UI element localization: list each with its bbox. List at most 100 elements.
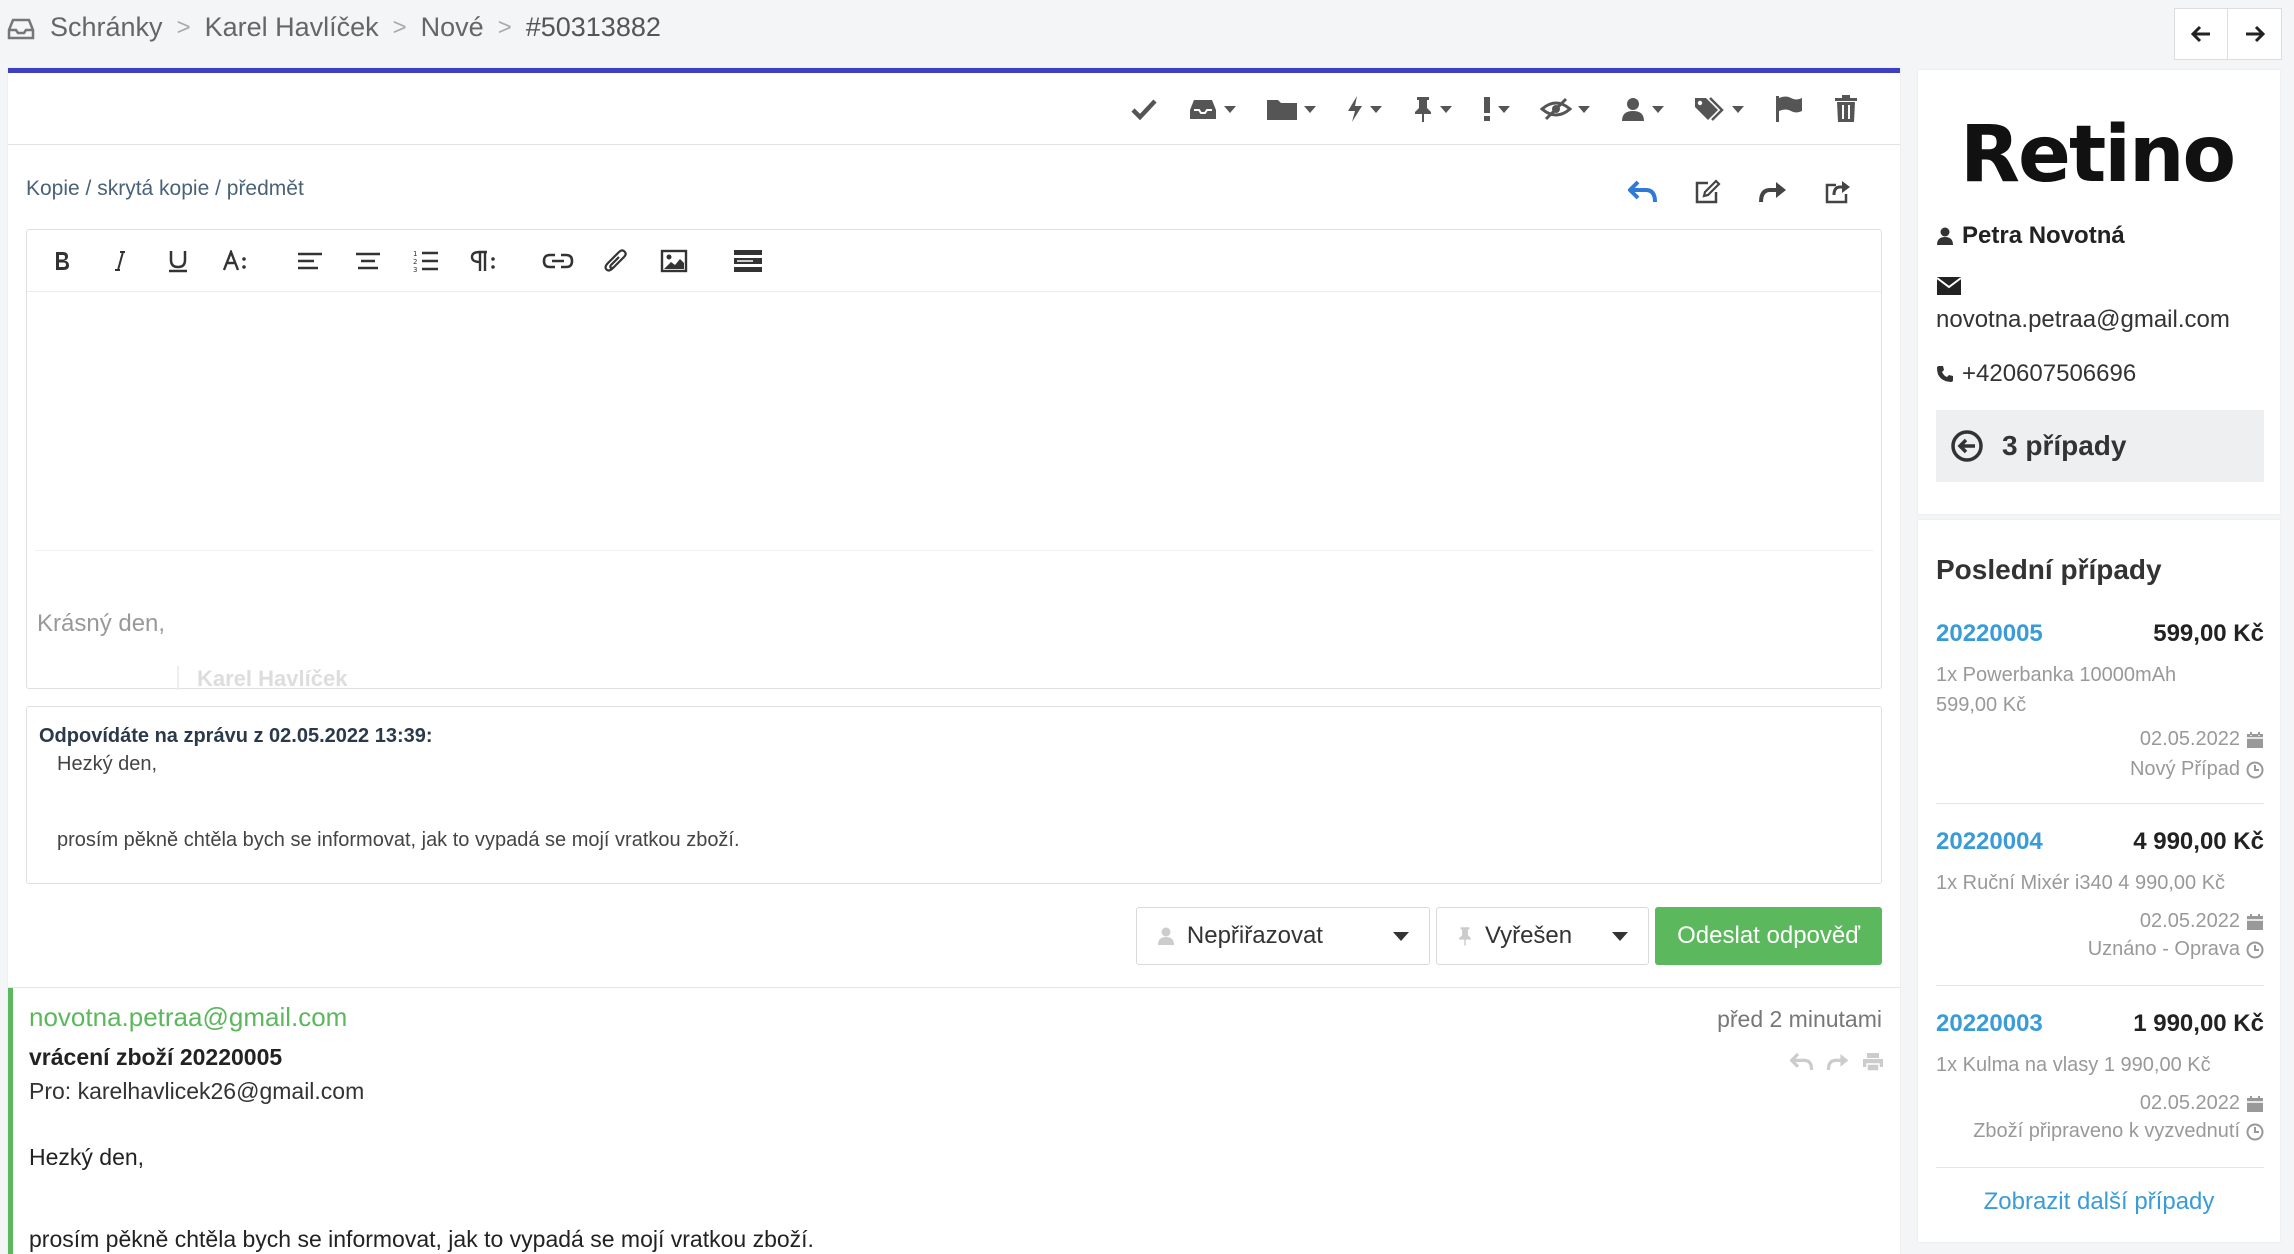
share-icon	[1825, 181, 1850, 204]
case-price: 4 990,00 Kč	[2133, 828, 2264, 855]
pin-icon	[1415, 97, 1431, 122]
message-reply-button[interactable]	[1790, 1052, 1814, 1072]
user-icon	[1157, 927, 1174, 945]
reply-actions: Nepřiřazovat Vyřešen Odeslat odpověď	[1135, 907, 1882, 965]
flag-button[interactable]	[1774, 95, 1804, 123]
chevron-down-icon	[1370, 105, 1382, 113]
case-status: Nový Případ	[2130, 758, 2264, 781]
case-id-link[interactable]: 20220005	[1936, 620, 2043, 648]
customer-email[interactable]: novotna.petraa@gmail.com	[1936, 306, 2230, 334]
resolve-button[interactable]	[1130, 97, 1158, 121]
case-id-link[interactable]: 20220004	[1936, 828, 2043, 856]
priority-dropdown[interactable]	[1482, 96, 1510, 122]
breadcrumb-item-mailboxes[interactable]: Schránky	[50, 12, 163, 43]
case-price: 599,00 Kč	[2153, 620, 2264, 647]
message-subject: vrácení zboží 20220005	[29, 1044, 283, 1070]
arrow-right-icon	[2245, 25, 2265, 43]
insert-link-button[interactable]	[541, 244, 575, 278]
folder-dropdown[interactable]	[1266, 97, 1316, 121]
print-icon	[1863, 1053, 1883, 1072]
internal-note-button[interactable]	[1694, 179, 1722, 205]
tags-dropdown[interactable]	[1694, 96, 1744, 122]
automation-dropdown[interactable]	[1346, 95, 1382, 123]
delete-button[interactable]	[1834, 95, 1858, 123]
ticket-panel: Kopie / skrytá kopie / předmět 1 2 3 Krá…	[8, 68, 1900, 1254]
next-ticket-button[interactable]	[2228, 8, 2282, 60]
move-inbox-dropdown[interactable]	[1188, 97, 1236, 121]
ticket-navigation	[2174, 8, 2282, 60]
caret-down-icon	[1392, 931, 1409, 941]
case-id-link[interactable]: 20220003	[1936, 1010, 2043, 1038]
message-print-button[interactable]	[1862, 1052, 1884, 1072]
user-icon	[1622, 98, 1644, 121]
message-body-line: prosím pěkně chtěla bych se informovat, …	[29, 1226, 814, 1252]
phone-icon	[1937, 366, 1953, 382]
message-body-line: Hezký den,	[29, 1144, 145, 1170]
previous-ticket-button[interactable]	[2174, 8, 2228, 60]
template-button[interactable]	[731, 244, 765, 278]
clock-icon	[2246, 941, 2264, 958]
assign-select-label: Nepřiřazovat	[1186, 922, 1323, 949]
status-pin-dropdown[interactable]	[1412, 95, 1452, 123]
chevron-down-icon	[1224, 105, 1236, 113]
envelope-icon	[1936, 276, 1962, 296]
reply-button[interactable]	[1628, 180, 1658, 204]
template-icon	[734, 249, 762, 272]
ordered-list-button[interactable]: 123	[409, 244, 443, 278]
send-reply-button[interactable]: Odeslat odpověď	[1655, 907, 1882, 965]
bold-button[interactable]	[45, 244, 79, 278]
font-size-button[interactable]	[219, 244, 253, 278]
breadcrumb-item-ticket: #50313882	[525, 12, 661, 42]
paragraph-button[interactable]	[467, 244, 501, 278]
italic-button[interactable]	[103, 244, 137, 278]
customer-cases-button[interactable]: 3 případy	[1936, 410, 2264, 482]
case-date: 02.05.2022	[2140, 728, 2264, 751]
message-forward-button[interactable]	[1826, 1052, 1850, 1072]
editor-toolbar: 123	[27, 230, 1881, 292]
forward-button[interactable]	[1758, 180, 1788, 204]
customer-phone[interactable]: +420607506696	[1936, 360, 2136, 388]
share-button[interactable]	[1824, 179, 1852, 205]
case-date-text: 02.05.2022	[2139, 1092, 2240, 1114]
bolt-icon	[1348, 96, 1362, 122]
recent-cases-title: Poslední případy	[1936, 554, 2162, 585]
top-bar: Schránky > Karel Havlíček > Nové > #5031…	[0, 0, 2294, 64]
breadcrumb-separator: >	[176, 13, 191, 41]
chevron-down-icon	[1578, 105, 1590, 113]
case-status: Zboží připraveno k vyzvednutí	[1973, 1120, 2264, 1143]
message-actions	[1778, 1052, 1884, 1072]
breadcrumb-item-user[interactable]: Karel Havlíček	[205, 12, 379, 43]
breadcrumb-item-folder[interactable]: Nové	[421, 12, 484, 43]
clock-icon	[2246, 1123, 2264, 1140]
flag-icon	[1776, 96, 1802, 122]
align-left-icon	[298, 252, 322, 269]
chevron-down-icon	[1498, 105, 1510, 113]
show-more-cases-link[interactable]: Zobrazit další případy	[1918, 1188, 2280, 1216]
chevron-down-icon	[1652, 105, 1664, 113]
message-time: před 2 minutami	[1717, 1006, 1882, 1032]
chevron-down-icon	[1440, 105, 1452, 113]
cc-bcc-subject-link[interactable]: Kopie / skrytá kopie / předmět	[26, 177, 304, 201]
align-center-button[interactable]	[351, 244, 385, 278]
inbox-icon	[1190, 100, 1216, 119]
assign-user-dropdown[interactable]	[1620, 96, 1664, 122]
signature-greeting: Krásný den,	[37, 610, 166, 637]
reply-mode-actions	[1592, 179, 1852, 205]
paragraph-icon	[470, 250, 495, 271]
message-item: novotna.petraa@gmail.com před 2 minutami…	[8, 988, 1900, 1254]
svg-text:1: 1	[413, 250, 417, 258]
visibility-dropdown[interactable]	[1540, 97, 1590, 121]
status-select[interactable]: Vyřešen	[1435, 907, 1650, 965]
breadcrumb: Schránky > Karel Havlíček > Nové > #5031…	[6, 12, 661, 43]
attach-file-button[interactable]	[599, 244, 633, 278]
assign-select[interactable]: Nepřiřazovat	[1135, 907, 1430, 965]
underline-button[interactable]	[161, 244, 195, 278]
reply-editor[interactable]: 123 Krásný den, Karel Havlíček	[26, 229, 1882, 690]
align-left-button[interactable]	[293, 244, 327, 278]
svg-text:3: 3	[413, 266, 417, 273]
tags-icon	[1695, 97, 1724, 121]
insert-image-button[interactable]	[657, 244, 691, 278]
case-price: 1 990,00 Kč	[2133, 1010, 2264, 1037]
case-description: 1x Ruční Mixér i340 4 990,00 Kč	[1936, 872, 2226, 894]
message-sender[interactable]: novotna.petraa@gmail.com	[29, 1002, 347, 1033]
